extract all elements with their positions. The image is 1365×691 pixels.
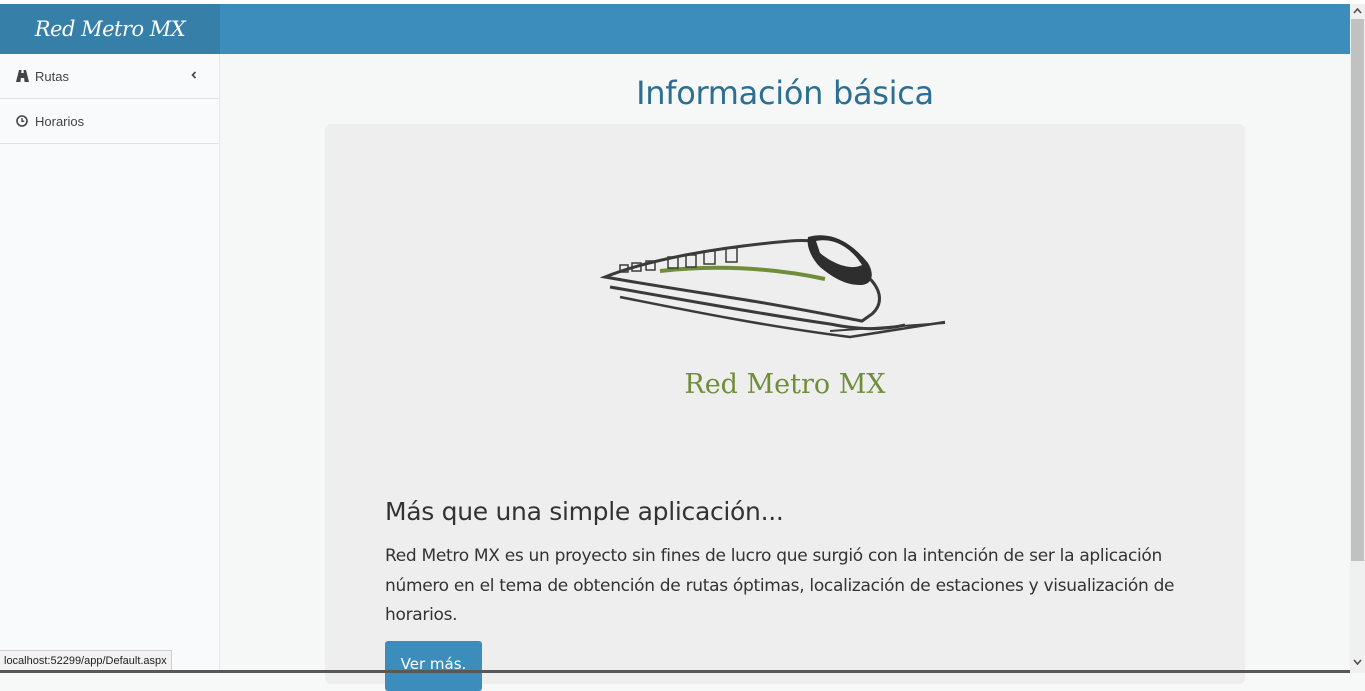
- jumbotron: Red Metro MX Más que una simple aplicaci…: [325, 124, 1245, 691]
- sidebar-item-label: Rutas: [35, 68, 69, 84]
- scroll-down-icon[interactable]: [1353, 658, 1362, 666]
- brand-logo-link[interactable]: Red Metro MX: [0, 4, 220, 54]
- train-logo-image: [600, 235, 946, 339]
- see-more-button[interactable]: Ver más.: [385, 641, 482, 691]
- page-title: Información básica: [636, 74, 934, 112]
- sidebar-item-rutas[interactable]: Rutas: [0, 54, 219, 99]
- clock-icon: [15, 114, 29, 128]
- scroll-up-icon[interactable]: [1353, 7, 1362, 15]
- road-icon: [15, 69, 29, 83]
- logo-text: Red Metro MX: [684, 369, 886, 400]
- sidebar-item-label: Horarios: [35, 113, 85, 129]
- main-content: Información básica Red Metro MX Más que …: [220, 54, 1350, 691]
- jumbotron-heading: Más que una simple aplicación...: [385, 497, 784, 526]
- sidebar-item-horarios[interactable]: Horarios: [0, 99, 219, 144]
- chevron-left-icon[interactable]: [189, 68, 199, 82]
- sidebar: Rutas Horarios: [0, 54, 220, 673]
- top-navbar: [220, 4, 1350, 54]
- scrollbar-thumb[interactable]: [1351, 19, 1364, 561]
- status-bar-url: localhost:52299/app/Default.aspx: [0, 650, 172, 672]
- jumbotron-body: Red Metro MX es un proyecto sin fines de…: [385, 546, 1175, 625]
- brand-title: Red Metro MX: [34, 17, 186, 41]
